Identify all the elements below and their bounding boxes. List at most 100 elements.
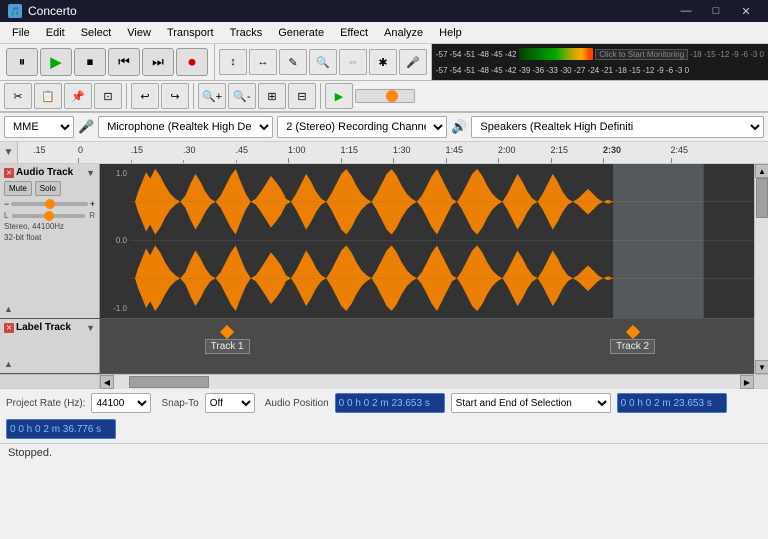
titlebar-controls: — □ ✕: [672, 0, 760, 22]
ruler-tick: 0: [78, 145, 83, 155]
label-track-row: ✕ Label Track ▼ ▲ Track 1 Track 2: [0, 319, 754, 374]
mic-icon: 🎤: [78, 119, 94, 135]
audio-track-header: ✕ Audio Track ▼ Mute Solo − + L: [0, 164, 100, 318]
hscroll-right-spacer: [754, 375, 768, 388]
label-track-close[interactable]: ✕: [4, 323, 14, 333]
ruler-arrow[interactable]: ▼: [0, 142, 18, 164]
label-text-1: Track 1: [205, 339, 250, 354]
skip-back-button[interactable]: ⏮: [108, 48, 140, 76]
label-track-expand[interactable]: ▲: [4, 359, 13, 369]
menu-help[interactable]: Help: [431, 25, 470, 41]
timeline-ruler[interactable]: ▼ .15 0 .15 .30 .45 1:00 1:15 1:30 1:45 …: [0, 142, 768, 164]
menu-view[interactable]: View: [119, 25, 159, 41]
zoom-tool[interactable]: 🔍: [309, 49, 337, 75]
copy-button[interactable]: 📋: [34, 83, 62, 109]
timeshift-tool[interactable]: ⇔: [339, 49, 367, 75]
menu-select[interactable]: Select: [73, 25, 120, 41]
selection-tool[interactable]: ↕: [219, 49, 247, 75]
audio-host-select[interactable]: MME: [4, 116, 74, 138]
titlebar: 🎵 Concerto — □ ✕: [0, 0, 768, 22]
waveform-svg: [130, 164, 754, 318]
solo-button[interactable]: Solo: [35, 181, 61, 196]
pan-slider[interactable]: [12, 214, 85, 218]
menu-tracks[interactable]: Tracks: [222, 25, 271, 41]
play-at-speed[interactable]: ▶: [325, 83, 353, 109]
close-button[interactable]: ✕: [732, 0, 760, 22]
channels-select[interactable]: 2 (Stereo) Recording Channels: [277, 116, 447, 138]
speaker-icon: 🔊: [451, 119, 467, 135]
audio-track-waveform[interactable]: 1.0 0.0 -1.0: [100, 164, 754, 318]
menu-analyze[interactable]: Analyze: [376, 25, 431, 41]
paste-button[interactable]: 📌: [64, 83, 92, 109]
ruler-tick: 1:15: [341, 145, 359, 155]
zoom-out-button[interactable]: 🔍-: [228, 83, 256, 109]
titlebar-left: 🎵 Concerto: [8, 4, 77, 18]
undo-button[interactable]: ↩: [131, 83, 159, 109]
menu-transport[interactable]: Transport: [159, 25, 222, 41]
selection-type-select[interactable]: Start and End of Selection: [451, 393, 611, 413]
scroll-thumb-v[interactable]: [756, 178, 768, 218]
skip-forward-button[interactable]: ⏭: [142, 48, 174, 76]
audio-track-close[interactable]: ✕: [4, 168, 14, 178]
menu-edit[interactable]: Edit: [38, 25, 73, 41]
toolbar-area: ⏸ ▶ ⏹ ⏮ ⏭ ⏺ ↕ ↔ ✎ 🔍 ⇔ ✱ 🎤 -57 -54 -51 -4…: [0, 44, 768, 113]
draw-tool[interactable]: ✎: [279, 49, 307, 75]
zoom-sel-button[interactable]: ⊟: [288, 83, 316, 109]
mic-tool[interactable]: 🎤: [399, 49, 427, 75]
scroll-right-button[interactable]: ▶: [740, 375, 754, 389]
play-button[interactable]: ▶: [40, 48, 72, 76]
device-row: MME 🎤 Microphone (Realtek High Defi 2 (S…: [0, 113, 768, 142]
ruler-scale: .15 0 .15 .30 .45 1:00 1:15 1:30 1:45 2:…: [18, 142, 768, 164]
stop-button[interactable]: ⏹: [74, 48, 106, 76]
snap-to-label: Snap-To: [161, 398, 198, 409]
vol-minus[interactable]: −: [4, 199, 9, 209]
ruler-tick: 2:30: [603, 145, 621, 155]
multi-tool[interactable]: ✱: [369, 49, 397, 75]
ruler-tick: .15: [131, 145, 144, 155]
vertical-scrollbar[interactable]: ▲ ▼: [754, 164, 768, 374]
trim-button[interactable]: ⊡: [94, 83, 122, 109]
audio-track-dropdown[interactable]: ▼: [86, 168, 95, 178]
maximize-button[interactable]: □: [702, 0, 730, 22]
audio-position-input[interactable]: [335, 393, 445, 413]
scroll-track-v[interactable]: [755, 178, 768, 360]
pause-button[interactable]: ⏸: [6, 48, 38, 76]
redo-button[interactable]: ↪: [161, 83, 189, 109]
scroll-track-h[interactable]: [114, 375, 740, 389]
zoom-fit-button[interactable]: ⊞: [258, 83, 286, 109]
selection-start-input[interactable]: [617, 393, 727, 413]
label-track-dropdown[interactable]: ▼: [86, 323, 95, 333]
zoom-in-button[interactable]: 🔍+: [198, 83, 226, 109]
minimize-button[interactable]: —: [672, 0, 700, 22]
project-rate-select[interactable]: 44100: [91, 393, 151, 413]
volume-slider[interactable]: [11, 202, 87, 206]
selection-end-input[interactable]: [6, 419, 116, 439]
input-device-select[interactable]: Microphone (Realtek High Defi: [98, 116, 273, 138]
record-button[interactable]: ⏺: [176, 48, 208, 76]
ruler-tick: 2:00: [498, 145, 516, 155]
menu-file[interactable]: File: [4, 25, 38, 41]
scroll-thumb-h[interactable]: [129, 376, 209, 388]
menu-effect[interactable]: Effect: [332, 25, 376, 41]
mute-button[interactable]: Mute: [4, 181, 32, 196]
horizontal-scrollbar[interactable]: ◀ ▶: [0, 374, 768, 388]
output-device-select[interactable]: Speakers (Realtek High Definiti: [471, 116, 764, 138]
snap-to-select[interactable]: Off: [205, 393, 255, 413]
scroll-up-button[interactable]: ▲: [755, 164, 768, 178]
scroll-down-button[interactable]: ▼: [755, 360, 768, 374]
label-marker-2: [626, 325, 640, 339]
app-title: Concerto: [28, 4, 77, 18]
y-axis-top: 1.0: [100, 169, 130, 178]
track-expand[interactable]: ▲: [4, 304, 13, 314]
label-track2: Track 2: [610, 327, 655, 354]
vol-plus[interactable]: +: [90, 199, 95, 209]
label-marker-1: [220, 325, 234, 339]
scroll-left-button[interactable]: ◀: [100, 375, 114, 389]
pan-left-label: L: [4, 211, 8, 220]
envelope-tool[interactable]: ↔: [249, 49, 277, 75]
vu-start-monitoring[interactable]: Click to Start Monitoring: [595, 49, 688, 60]
speed-slider[interactable]: [355, 89, 415, 103]
menu-generate[interactable]: Generate: [270, 25, 332, 41]
label-track-content[interactable]: Track 1 Track 2: [100, 319, 754, 373]
cut-button[interactable]: ✂: [4, 83, 32, 109]
